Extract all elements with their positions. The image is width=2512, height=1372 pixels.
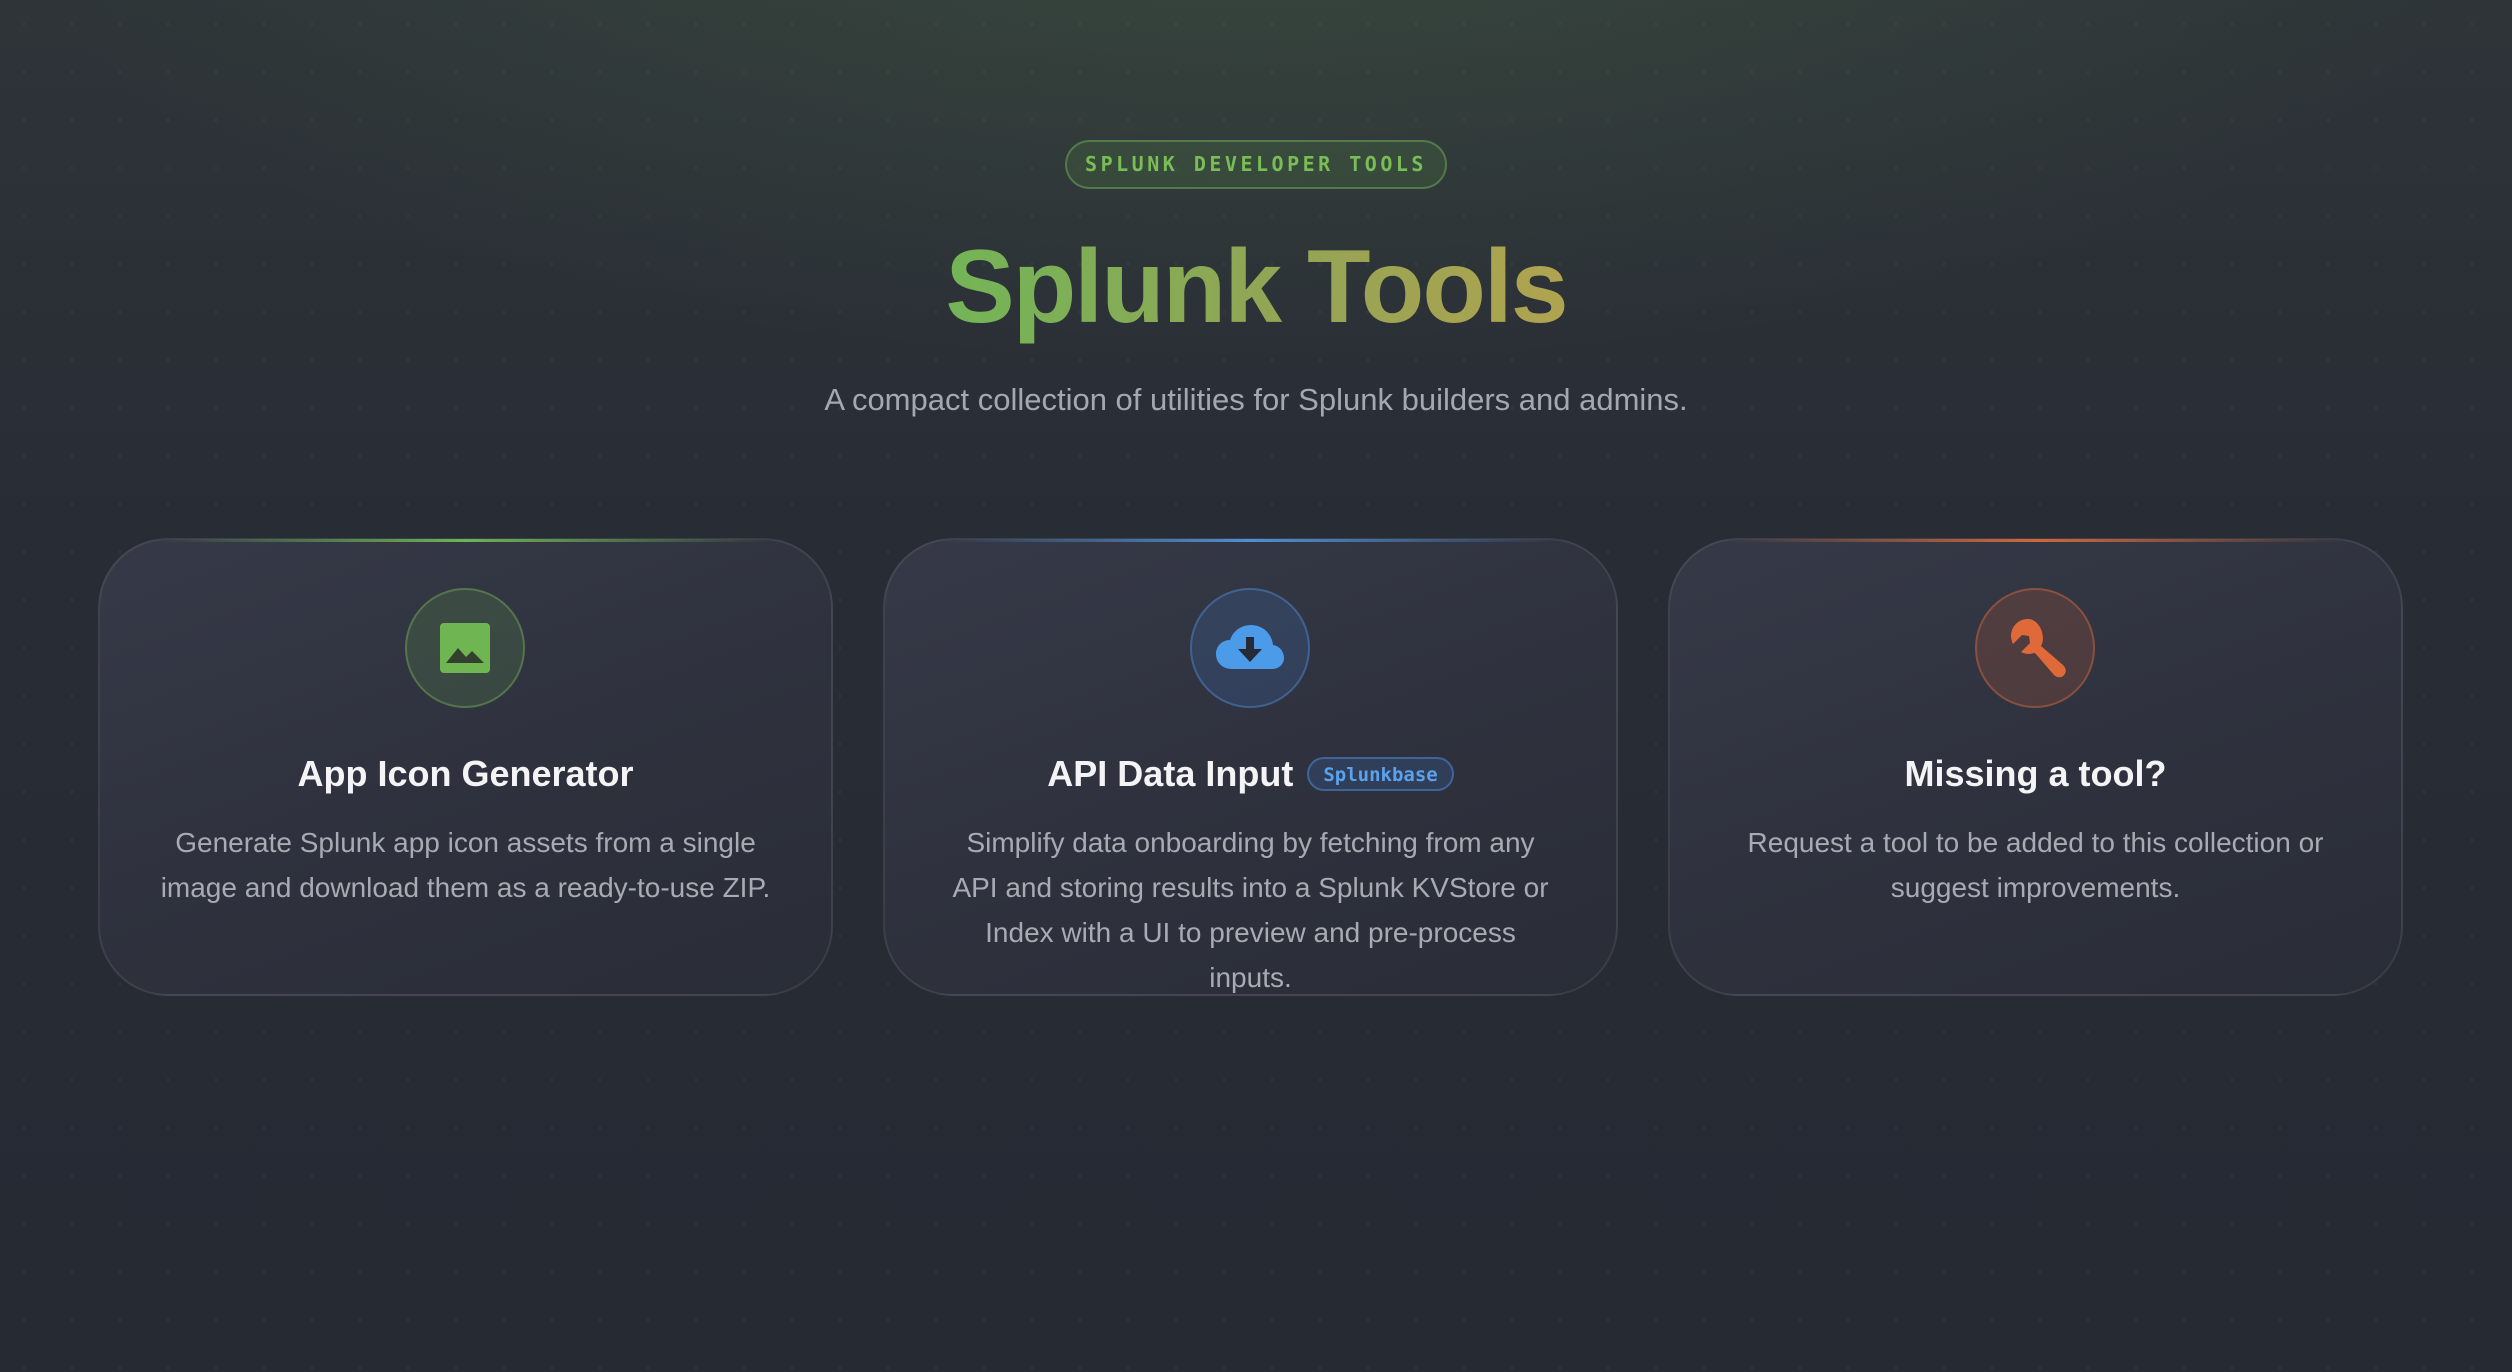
page-subtitle: A compact collection of utilities for Sp… — [824, 382, 1688, 417]
card-accent-line — [945, 539, 1556, 542]
card-title-row: App Icon Generator — [100, 746, 831, 802]
card-description: Generate Splunk app icon assets from a s… — [160, 827, 771, 903]
card-title: App Icon Generator — [297, 753, 634, 794]
card-icon-badge — [1189, 588, 1310, 708]
card-title-row: Missing a tool? — [1670, 746, 2401, 802]
card-icon-badge — [1974, 588, 2095, 708]
tool-card-api-data-input[interactable]: API Data Input Splunkbase Simplify data … — [883, 538, 1618, 996]
splunkbase-badge: Splunkbase — [1307, 757, 1454, 791]
card-title: Missing a tool? — [1904, 753, 2167, 794]
tool-card-app-icon-generator[interactable]: App Icon Generator Generate Splunk app i… — [98, 538, 833, 996]
card-title: API Data Input — [1047, 753, 1294, 794]
tool-card-missing-a-tool[interactable]: Missing a tool? Request a tool to be add… — [1668, 538, 2403, 996]
card-accent-line — [160, 539, 771, 542]
card-title-row: API Data Input Splunkbase — [885, 746, 1616, 802]
page-title: Splunk Tools — [0, 222, 2512, 352]
image-icon — [439, 623, 490, 673]
card-accent-line — [1730, 539, 2341, 542]
eyebrow-badge: SPLUNK DEVELOPER TOOLS — [1065, 140, 1447, 189]
cloud-download-icon — [1215, 625, 1284, 669]
card-description: Simplify data onboarding by fetching fro… — [952, 827, 1549, 993]
tool-cards: App Icon Generator Generate Splunk app i… — [98, 538, 2403, 998]
card-icon-badge — [404, 588, 525, 708]
wrench-icon — [2010, 619, 2066, 678]
card-description: Request a tool to be added to this colle… — [1747, 827, 2324, 903]
page-title-text: Splunk Tools — [945, 229, 1568, 345]
